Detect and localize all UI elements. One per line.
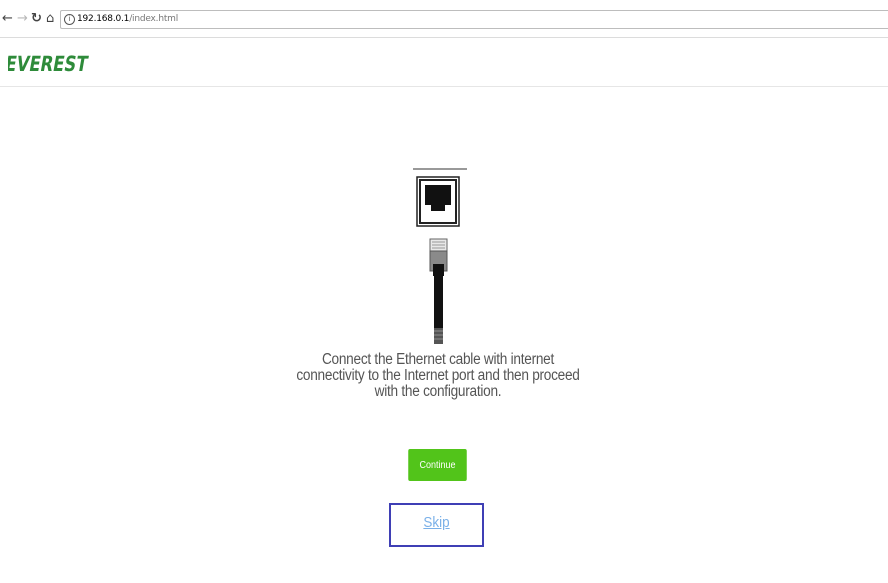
continue-button[interactable]: Continue: [408, 449, 467, 481]
url-text[interactable]: 192.168.0.1/index.html: [77, 14, 178, 24]
reload-icon[interactable]: ↻: [31, 12, 42, 26]
logo-graphic: EVEREST: [3, 51, 90, 76]
address-bar[interactable]: i 192.168.0.1/index.html: [60, 10, 888, 29]
site-header: [0, 38, 888, 87]
skip-highlight-box: Skip: [389, 503, 484, 547]
url-host: 192.168.0.1: [77, 14, 130, 24]
connection-illustration: [400, 160, 490, 355]
logo-text: EVEREST: [8, 51, 90, 74]
ethernet-port-icon: [413, 168, 467, 227]
url-path: /index.html: [129, 14, 179, 24]
browser-toolbar: ← → ↻ ⌂ i 192.168.0.1/index.html: [0, 0, 888, 38]
ethernet-cable-icon: [429, 238, 448, 344]
home-icon[interactable]: ⌂: [46, 12, 54, 26]
instruction-message: Connect the Ethernet cable with internet…: [296, 351, 580, 400]
forward-arrow-icon[interactable]: →: [17, 12, 28, 26]
everest-logo: EVEREST: [3, 50, 98, 79]
info-icon[interactable]: i: [64, 14, 75, 25]
skip-link[interactable]: Skip: [396, 514, 478, 531]
back-arrow-icon[interactable]: ←: [2, 12, 13, 26]
